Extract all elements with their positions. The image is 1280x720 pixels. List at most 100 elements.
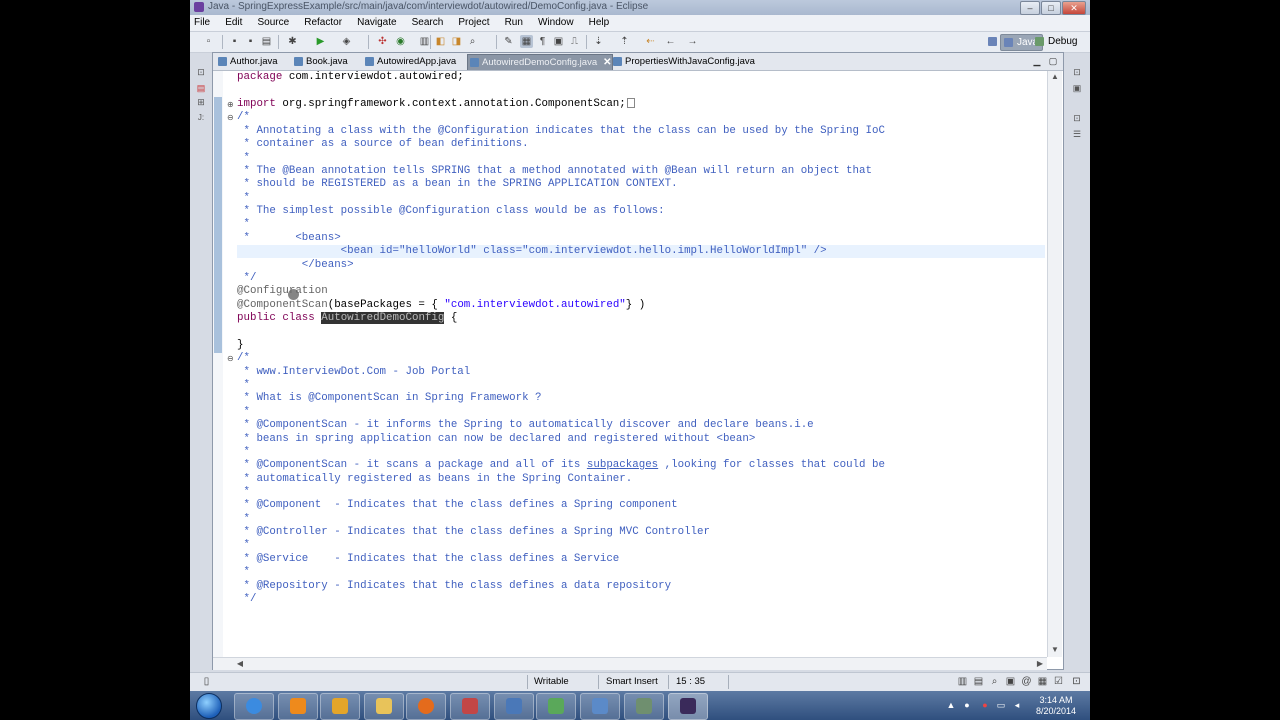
clock-date: 8/20/2014: [1035, 706, 1077, 716]
fold-expand-icon[interactable]: ⊕: [227, 101, 235, 109]
javadoc-icon[interactable]: J:: [195, 112, 207, 124]
tab-book-java[interactable]: Book.java: [292, 54, 348, 69]
scroll-up-icon[interactable]: ▲: [1050, 72, 1060, 82]
menu-refactor[interactable]: Refactor: [304, 15, 342, 31]
menu-source[interactable]: Source: [257, 15, 289, 31]
javadoc-view-icon[interactable]: @: [1020, 675, 1033, 688]
vertical-scrollbar[interactable]: ▲ ▼: [1047, 71, 1062, 657]
taskbar-explorer[interactable]: [364, 693, 404, 720]
tray-volume-icon[interactable]: ◂: [1012, 700, 1022, 710]
maximize-button[interactable]: □: [1041, 1, 1061, 15]
menu-run[interactable]: Run: [505, 15, 523, 31]
fold-collapse-icon[interactable]: ⊖: [227, 355, 235, 363]
task-icon[interactable]: ☑: [1052, 675, 1065, 688]
menu-window[interactable]: Window: [538, 15, 574, 31]
scroll-right-icon[interactable]: ▶: [1035, 659, 1045, 669]
menu-help[interactable]: Help: [589, 15, 610, 31]
menu-search[interactable]: Search: [412, 15, 444, 31]
taskbar-notes[interactable]: [536, 693, 576, 720]
new-java-project-icon[interactable]: ✣: [376, 35, 389, 48]
tray-alert-icon[interactable]: ●: [980, 700, 990, 710]
toggle-block-selection-icon[interactable]: ▦: [520, 35, 533, 48]
restore-outline-icon[interactable]: ⊡: [1071, 66, 1083, 78]
java-file-icon: [218, 57, 227, 66]
external-tools-icon[interactable]: ◈: [340, 35, 353, 48]
taskbar-network[interactable]: [494, 693, 534, 720]
menu-file[interactable]: File: [194, 15, 210, 31]
taskbar-files[interactable]: [580, 693, 620, 720]
tab-label: PropertiesWithJavaConfig.java: [625, 56, 755, 67]
toggle-mark-occurrences-icon[interactable]: ✎: [502, 35, 515, 48]
menu-edit[interactable]: Edit: [225, 15, 242, 31]
menu-project[interactable]: Project: [458, 15, 489, 31]
code-area[interactable]: package com.interviewdot.autowired; impo…: [237, 71, 1045, 657]
problems-icon[interactable]: ▣: [1004, 675, 1017, 688]
start-button[interactable]: [196, 693, 222, 719]
restore-bottom-icon[interactable]: ⊡: [1070, 675, 1083, 688]
maximize-editor-icon[interactable]: ▢: [1047, 55, 1059, 67]
fast-view-icon[interactable]: ▯: [200, 675, 213, 688]
taskbar-media[interactable]: [320, 693, 360, 720]
declaration-icon[interactable]: ▦: [1036, 675, 1049, 688]
progress-icon[interactable]: ▥: [956, 675, 969, 688]
scroll-down-icon[interactable]: ▼: [1050, 645, 1060, 655]
files-icon: [592, 698, 608, 714]
tab-autowiredapp-java[interactable]: AutowiredApp.java: [363, 54, 456, 69]
tab-propertieswithjavaconfig-java[interactable]: PropertiesWithJavaConfig.java: [611, 54, 755, 69]
forward-icon[interactable]: →: [686, 35, 699, 48]
search-view-icon[interactable]: ⌕: [988, 675, 1001, 688]
tab-autowireddemoconfig-java[interactable]: AutowiredDemoConfig.java ✕: [467, 54, 613, 70]
close-button[interactable]: ✕: [1062, 1, 1086, 15]
code-line: *: [237, 192, 250, 204]
status-bar: ▯ Writable Smart Insert 15 : 35 ▥ ▤ ⌕ ▣ …: [190, 672, 1090, 691]
folded-imports-icon[interactable]: [626, 98, 635, 109]
next-annotation-icon[interactable]: ⇣: [592, 35, 605, 48]
minimize-editor-icon[interactable]: ▁: [1031, 55, 1043, 67]
taskbar-eclipse[interactable]: [668, 693, 708, 720]
word-wrap-icon[interactable]: ⎍: [568, 35, 581, 48]
code-line: * should be REGISTERED as a bean in the …: [237, 178, 678, 190]
package-explorer-icon[interactable]: ▤: [195, 82, 207, 94]
last-edit-location-icon[interactable]: ⇠: [644, 35, 657, 48]
restore-console-icon[interactable]: ⊡: [1071, 112, 1083, 124]
horizontal-scrollbar[interactable]: ◀ ▶: [213, 657, 1047, 670]
show-hidden-icons[interactable]: ▲: [946, 700, 956, 710]
scroll-left-icon[interactable]: ◀: [235, 659, 245, 669]
toggle-breadcrumb-icon[interactable]: ▣: [552, 35, 565, 48]
outline-icon[interactable]: ☰: [1071, 128, 1083, 140]
taskbar-ie[interactable]: [234, 693, 274, 720]
run-icon[interactable]: ▶: [314, 35, 327, 48]
java-file-icon: [294, 57, 303, 66]
code-line: * What is @ComponentScan in Spring Frame…: [237, 392, 542, 404]
taskbar-clock[interactable]: 3:14 AM 8/20/2014: [1032, 695, 1080, 717]
search-icon[interactable]: ⌕: [466, 35, 479, 48]
console-icon[interactable]: ▤: [972, 675, 985, 688]
print-icon[interactable]: ▤: [260, 35, 273, 48]
taskbar-firefox[interactable]: [406, 693, 446, 720]
save-icon[interactable]: ▪: [228, 35, 241, 48]
new-class-icon[interactable]: ◉: [394, 35, 407, 48]
previous-annotation-icon[interactable]: ⇡: [618, 35, 631, 48]
new-icon[interactable]: ▫: [202, 35, 215, 48]
menu-navigate[interactable]: Navigate: [357, 15, 396, 31]
code-line: *: [237, 566, 250, 578]
tab-author-java[interactable]: Author.java: [216, 54, 278, 69]
taskbar-app[interactable]: [450, 693, 490, 720]
tray-network-icon[interactable]: ▭: [996, 700, 1006, 710]
debug-perspective-button[interactable]: Debug: [1032, 34, 1081, 49]
task-list-icon[interactable]: ▣: [1071, 82, 1083, 94]
debug-icon[interactable]: ✱: [286, 35, 299, 48]
taskbar-tool[interactable]: [624, 693, 664, 720]
hierarchy-icon[interactable]: ⊞: [195, 96, 207, 108]
restore-view-icon[interactable]: ⊡: [195, 66, 207, 78]
open-task-icon[interactable]: ◨: [450, 35, 463, 48]
back-icon[interactable]: ←: [664, 35, 677, 48]
save-all-icon[interactable]: ▪: [244, 35, 257, 48]
show-whitespace-icon[interactable]: ¶: [536, 35, 549, 48]
tray-security-icon[interactable]: ●: [962, 700, 972, 710]
code-text: (basePackages = {: [327, 299, 445, 311]
taskbar-vlc[interactable]: [278, 693, 318, 720]
open-type-icon[interactable]: ◧: [434, 35, 447, 48]
minimize-button[interactable]: –: [1020, 1, 1040, 15]
fold-collapse-icon[interactable]: ⊖: [227, 114, 235, 122]
